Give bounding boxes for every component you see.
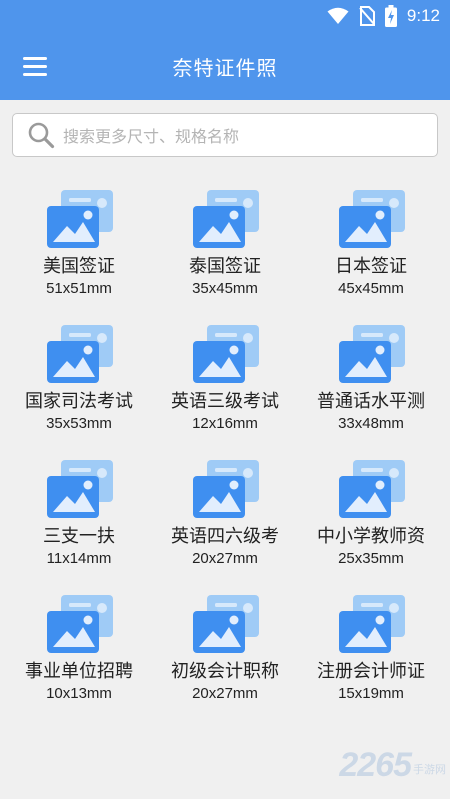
id-photo-icon [47,595,113,653]
status-time: 9:12 [406,6,440,25]
id-photo-icon [339,325,405,383]
spec-size: 10x13mm [46,685,112,702]
spec-name: 国家司法考试 [25,391,133,412]
search-input[interactable] [61,116,425,156]
spec-size: 20x27mm [192,685,258,702]
spec-card[interactable]: 注册会计师证 15x19mm [298,583,444,718]
spec-card[interactable]: 泰国签证 35x45mm [152,178,298,313]
spec-name: 普通话水平测 [317,391,425,412]
search-box[interactable] [12,113,438,157]
id-photo-icon [193,460,259,518]
spec-card[interactable]: 美国签证 51x51mm [6,178,152,313]
wifi-icon [327,7,349,24]
spec-name: 泰国签证 [189,256,261,277]
spec-size: 35x45mm [192,280,258,297]
id-photo-icon [193,595,259,653]
spec-size: 12x16mm [192,415,258,432]
spec-name: 日本签证 [335,256,407,277]
spec-name: 英语四六级考 [171,526,279,547]
spec-size: 35x53mm [46,415,112,432]
spec-card[interactable]: 普通话水平测 33x48mm [298,313,444,448]
search-icon [28,122,55,149]
spec-card[interactable]: 中小学教师资 25x35mm [298,448,444,583]
spec-card[interactable]: 事业单位招聘 10x13mm [6,583,152,718]
spec-size: 51x51mm [46,280,112,297]
spec-card[interactable]: 日本签证 45x45mm [298,178,444,313]
id-photo-icon [193,325,259,383]
status-icons: 9:12 [327,4,440,28]
spec-grid: 初级审计师25x35mm保险从业资格18x31mm大学生图像信41x54mm 美国… [0,163,450,799]
spec-name: 美国签证 [43,256,115,277]
spec-size: 33x48mm [338,415,404,432]
spec-size: 45x45mm [338,280,404,297]
spec-card[interactable]: 三支一扶 11x14mm [6,448,152,583]
no-sim-icon [359,6,375,26]
battery-charging-icon [384,5,397,27]
spec-name: 注册会计师证 [317,661,425,682]
spec-card[interactable]: 大学生图像信41x54mm [298,163,444,178]
id-photo-icon [339,190,405,248]
page-title: 奈特证件照 [172,56,278,80]
spec-name: 初级会计职称 [171,661,279,682]
status-bar: 9:12 [0,0,450,32]
spec-size: 20x27mm [192,550,258,567]
spec-name: 三支一扶 [43,526,115,547]
spec-size: 15x19mm [338,685,404,702]
id-photo-icon [339,460,405,518]
app-bar: 奈特证件照 [0,32,450,100]
search-bar [12,113,438,157]
spec-name: 事业单位招聘 [25,661,133,682]
spec-card[interactable]: 国家司法考试 35x53mm [6,313,152,448]
spec-size: 11x14mm [46,550,112,567]
id-photo-icon [339,595,405,653]
spec-name: 英语三级考试 [171,391,279,412]
id-photo-icon [47,325,113,383]
spec-card[interactable]: 初级会计职称 20x27mm [152,583,298,718]
spec-card[interactable]: 英语四六级考 20x27mm [152,448,298,583]
spec-name: 中小学教师资 [317,526,425,547]
id-photo-icon [47,460,113,518]
spec-card[interactable]: 初级审计师25x35mm [6,163,152,178]
spec-size: 25x35mm [338,550,404,567]
id-photo-icon [193,190,259,248]
spec-card[interactable]: 英语三级考试 12x16mm [152,313,298,448]
spec-grid-list: 初级审计师25x35mm保险从业资格18x31mm大学生图像信41x54mm 美国… [0,163,450,718]
spec-card[interactable]: 保险从业资格18x31mm [152,163,298,178]
id-photo-icon [47,190,113,248]
